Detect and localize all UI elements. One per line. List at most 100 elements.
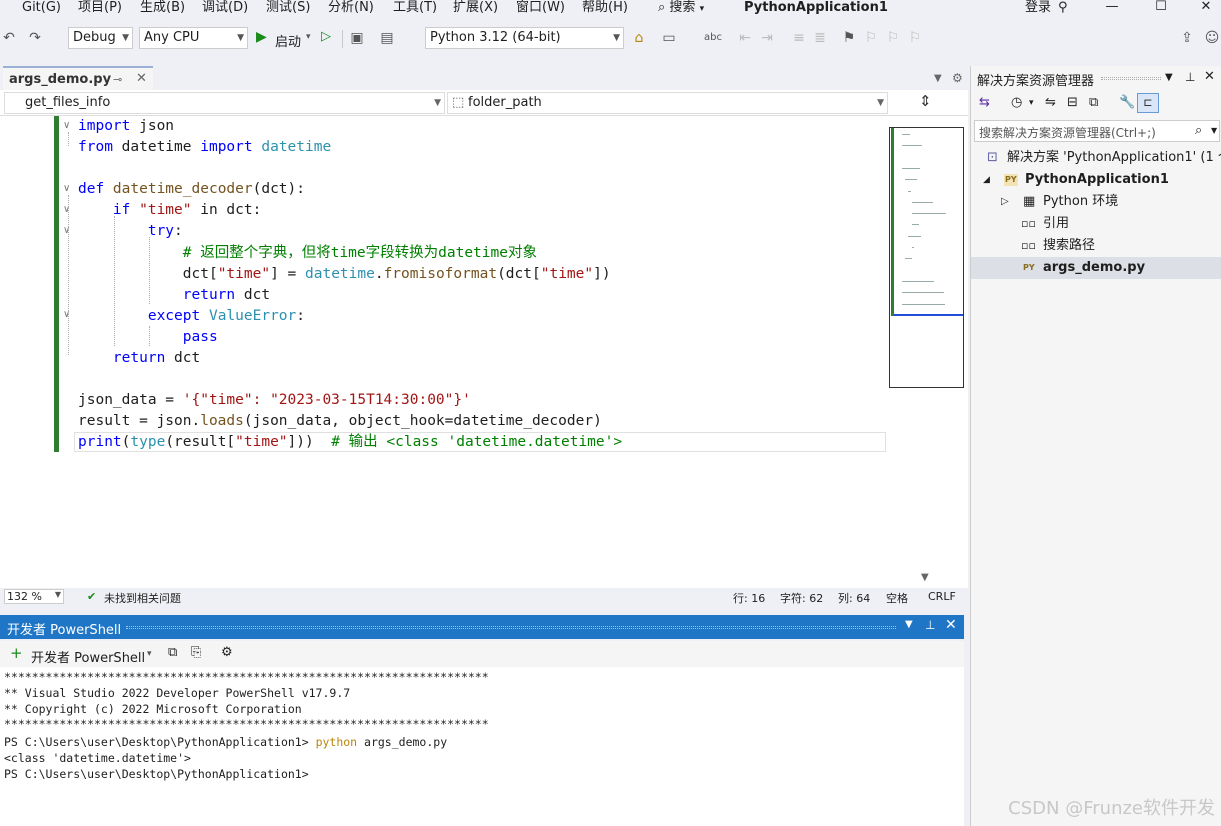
line-number[interactable]: 行: 16 [733,590,765,606]
panel-dropdown-icon[interactable]: ▼ [905,619,913,630]
char-number[interactable]: 字符: 62 [780,590,823,606]
member-select[interactable]: ⬚ folder_path ▼ [447,92,888,114]
scope-select[interactable]: get_files_info ▼ [4,92,445,114]
tab-args-demo[interactable]: args_demo.py ⊸ ✕ [3,66,153,90]
close-icon[interactable]: ✕ [136,71,147,86]
code-token: # 输出 <class 'datetime.datetime'> [331,434,623,451]
column-number[interactable]: 列: 64 [838,590,870,606]
undo-icon[interactable]: ↶ [0,28,18,48]
close-icon[interactable]: ✕ [945,617,957,633]
menu-analyze[interactable]: 分析(N) [328,0,374,16]
pin-icon[interactable]: ⊥ [925,618,935,632]
switch-views-icon[interactable]: ⇋ [1045,95,1056,110]
code-line: try: [78,221,622,242]
code-token: "time" [130,202,192,219]
chevron-down-icon: ▼ [237,33,244,43]
menu-test[interactable]: 测试(S) [266,0,310,16]
share-icon[interactable]: ⇪ [1178,28,1196,48]
panel-dropdown-icon[interactable]: ▼ [1165,72,1173,83]
powershell-console[interactable]: ****************************************… [0,667,964,826]
clear-bookmarks-icon[interactable]: ⚐ [906,28,924,48]
menu-tools[interactable]: 工具(T) [393,0,437,16]
minimap[interactable] [889,127,964,388]
show-all-icon[interactable]: ⧉ [1089,95,1098,110]
fold-toggle-icon[interactable]: ∨ [63,183,73,195]
redo-icon[interactable]: ↷ [26,28,44,48]
chevron-down-icon[interactable]: ▾ [306,32,311,42]
split-view-icon[interactable]: ⇕ [919,92,932,110]
menu-build[interactable]: 生成(B) [140,0,185,16]
chevron-down-icon[interactable]: ▾ [147,649,152,659]
whitespace-mode[interactable]: 空格 [886,590,908,606]
scrollbar-map[interactable]: ▼ [888,116,968,588]
new-terminal-button[interactable]: 开发者 PowerShell [31,647,145,666]
menu-project[interactable]: 项目(P) [78,0,122,16]
plus-icon[interactable]: + [10,644,23,662]
platform-select[interactable]: Any CPU ▼ [139,27,248,49]
drag-handle[interactable] [126,626,896,629]
tree-item-args-demo[interactable]: PY args_demo.py [971,257,1221,279]
close-icon[interactable]: ✕ [1204,69,1215,84]
menu-extensions[interactable]: 扩展(X) [453,0,498,16]
tab-dropdown-icon[interactable]: ▼ [934,73,942,84]
gear-icon[interactable]: ⚙ [221,645,233,660]
preview-icon[interactable]: ⊏ [1137,93,1159,113]
maximize-button[interactable]: ☐ [1151,0,1171,16]
code-token: # 返回整个字典，但将time字段转换为datetime对象 [182,244,537,261]
feedback-icon[interactable]: ☺ [1203,28,1221,48]
drag-handle[interactable] [1101,77,1161,80]
tree-item-solution[interactable]: ⊡ 解决方案 'PythonApplication1' (1 个 [971,147,1221,169]
window-layout-icon[interactable]: ▭ [660,28,678,48]
tree-item-project[interactable]: ◢ PY PythonApplication1 [971,169,1221,191]
uncomment-icon[interactable]: ≣ [811,28,829,48]
code-editor[interactable]: ∨ ∨ ∨ ∨ ∨ import json from datetime impor… [0,116,888,588]
wrench-icon[interactable]: 🔧 [1119,95,1135,110]
start-button[interactable]: 启动 [275,31,301,50]
account-icon[interactable]: ⚲ [1058,0,1068,16]
start-without-debug-icon[interactable]: ▷ [321,29,331,44]
solution-search-input[interactable]: 搜索解决方案资源管理器(Ctrl+;) ⌕ ▼ [974,120,1220,142]
prev-bookmark-icon[interactable]: ⚐ [862,28,880,48]
history-icon[interactable]: ◷ [1011,95,1022,110]
layout-icon[interactable]: ▤ [378,28,396,48]
pin-icon[interactable]: ⊸ [113,73,122,86]
menu-window[interactable]: 窗口(W) [516,0,565,16]
copy-icon[interactable]: ⧉ [168,645,177,660]
tree-item-python-env[interactable]: ▷ ▦ Python 环境 [971,191,1221,213]
folder-icon[interactable]: ▣ [348,28,366,48]
menu-debug[interactable]: 调试(D) [202,0,248,16]
login-link[interactable]: 登录 [1025,0,1051,16]
spellcheck-icon[interactable]: abc [704,28,722,48]
configuration-select[interactable]: Debug ▼ [68,27,133,49]
comment-icon[interactable]: ≡ [790,28,808,48]
next-bookmark-icon[interactable]: ⚐ [884,28,902,48]
indent-icon[interactable]: ⇤ [736,28,754,48]
interpreter-select[interactable]: Python 3.12 (64-bit) ▼ [425,27,624,49]
bookmark-icon[interactable]: ⚑ [840,28,858,48]
global-search[interactable]: ⌕ 搜索 ▾ [658,0,704,17]
chevron-down-icon[interactable]: ▾ [1029,98,1034,108]
pin-icon[interactable]: ⊥ [1185,70,1195,84]
fold-toggle-icon[interactable]: ∨ [63,120,73,132]
play-icon[interactable]: ▶ [256,29,267,45]
outdent-icon[interactable]: ⇥ [758,28,776,48]
line-ending[interactable]: CRLF [928,590,956,603]
tree-item-references[interactable]: ▫▫ 引用 [971,213,1221,235]
minimize-button[interactable]: — [1102,0,1122,16]
issues-status[interactable]: 未找到相关问题 [104,590,181,606]
zoom-select[interactable]: 132 % ▼ [4,589,64,604]
package-icon[interactable]: ⌂ [630,28,648,48]
scroll-down-icon[interactable]: ▼ [921,572,929,583]
sync-icon[interactable]: ⇆ [979,95,990,110]
tree-item-search-paths[interactable]: ▫▫ 搜索路径 [971,235,1221,257]
menu-help[interactable]: 帮助(H) [582,0,628,16]
collapse-all-icon[interactable]: ⊟ [1067,95,1078,110]
gear-icon[interactable]: ⚙ [952,71,963,85]
collapsed-icon[interactable]: ▷ [1001,191,1009,213]
expanded-icon[interactable]: ◢ [983,169,990,191]
close-window-button[interactable]: ✕ [1196,0,1216,16]
paste-icon[interactable]: ⎘ [191,645,201,660]
menu-git[interactable]: Git(G) [22,0,61,16]
